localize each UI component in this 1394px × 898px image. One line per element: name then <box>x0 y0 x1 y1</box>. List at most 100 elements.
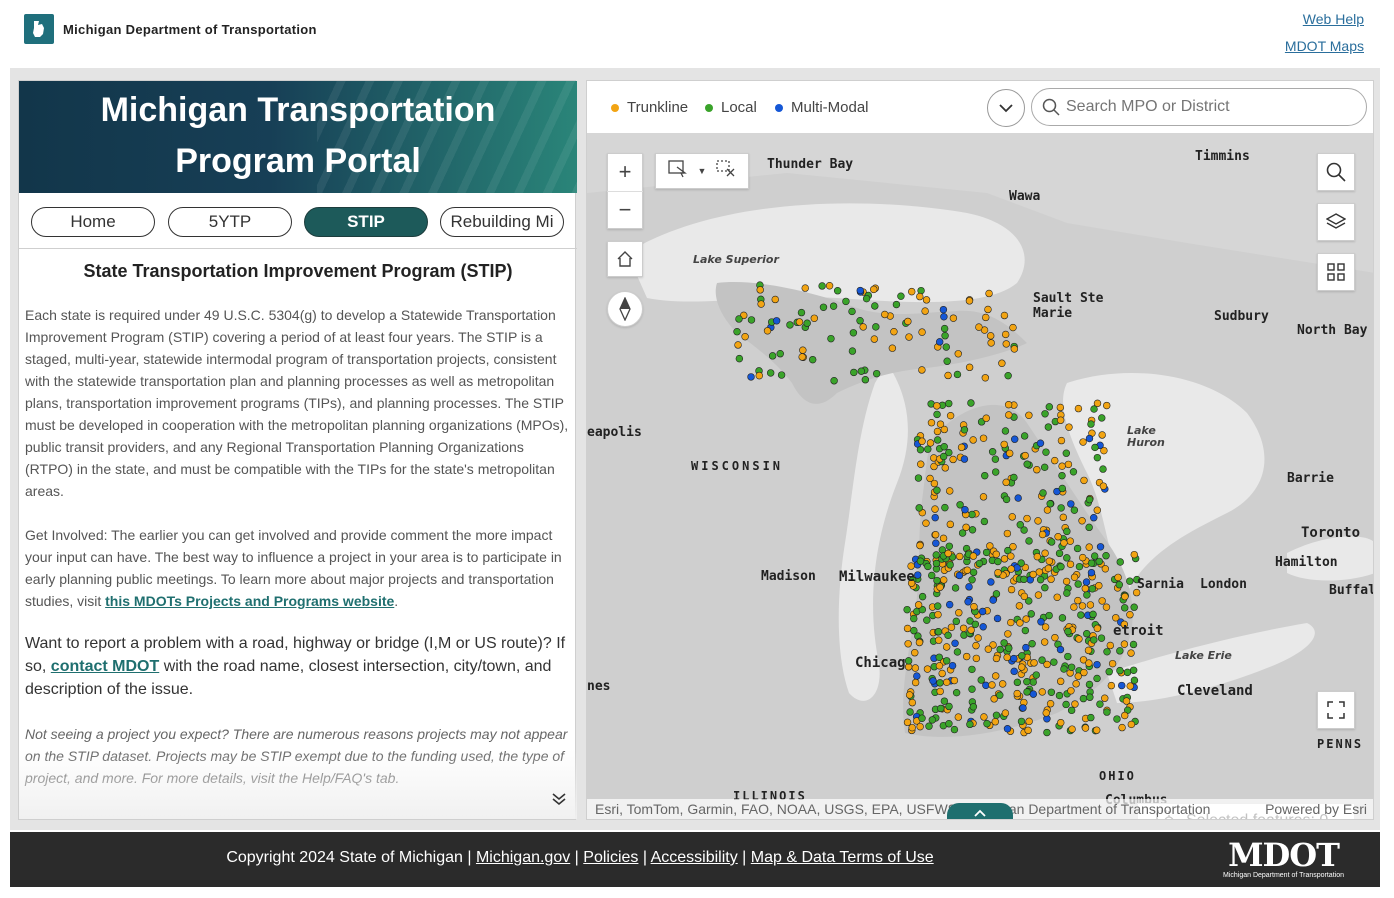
project-point <box>1085 659 1093 667</box>
compass-button[interactable] <box>607 291 643 327</box>
project-point <box>965 297 974 305</box>
tab-rebuilding-mi[interactable]: Rebuilding Mi <box>440 207 564 237</box>
project-point <box>1101 694 1109 702</box>
compass-icon <box>619 297 631 321</box>
project-point <box>1007 618 1015 627</box>
project-point <box>949 455 957 464</box>
zoom-out-button[interactable]: − <box>607 190 643 228</box>
contact-mdot-link[interactable]: contact MDOT <box>51 658 159 675</box>
project-point <box>934 610 942 619</box>
portal-title-line1: Michigan Transportation <box>100 91 496 129</box>
tab-stip[interactable]: STIP <box>304 207 428 237</box>
web-help-link[interactable]: Web Help <box>1285 6 1364 33</box>
dropdown-chevron-button[interactable] <box>987 89 1025 127</box>
layers-button[interactable] <box>1317 203 1355 241</box>
project-point <box>904 640 912 648</box>
project-point <box>1107 681 1116 690</box>
project-point <box>964 598 972 606</box>
project-point <box>786 321 794 329</box>
terms-of-use-link[interactable]: Map & Data Terms of Use <box>751 849 934 866</box>
project-point <box>892 300 901 309</box>
project-point <box>755 371 763 380</box>
project-point <box>911 678 920 687</box>
policies-link[interactable]: Policies <box>583 849 638 866</box>
project-point <box>1130 603 1138 611</box>
place-label: London <box>1200 577 1247 592</box>
project-point <box>1043 728 1051 737</box>
project-point <box>903 605 911 614</box>
project-point <box>992 550 1000 558</box>
project-point <box>1029 678 1037 686</box>
project-point <box>908 287 916 296</box>
legend-bar: Trunkline Local Multi-Modal <box>587 81 1373 133</box>
project-point <box>1097 634 1106 642</box>
search-input[interactable] <box>1066 96 1356 118</box>
project-point <box>903 718 912 727</box>
home-button[interactable] <box>607 241 643 277</box>
page-footer: Copyright 2024 State of Michigan | Michi… <box>10 832 1380 887</box>
project-point <box>1066 560 1075 569</box>
local-dot-icon <box>705 103 713 112</box>
chevron-down-icon[interactable] <box>551 792 567 811</box>
project-point <box>936 679 944 687</box>
project-point <box>1016 521 1024 529</box>
project-point <box>998 359 1006 367</box>
caret-down-icon[interactable]: ▼ <box>698 166 707 176</box>
project-point <box>1079 438 1087 446</box>
fullscreen-button[interactable] <box>1317 691 1355 729</box>
layers-icon <box>1326 213 1346 229</box>
project-point <box>988 681 996 689</box>
mdot-maps-link[interactable]: MDOT Maps <box>1285 33 1364 60</box>
tab-5ytp[interactable]: 5YTP <box>168 207 292 237</box>
portal-title-line2: Program Portal <box>175 142 421 180</box>
lake-label: Lake Huron <box>1127 424 1165 449</box>
project-point <box>985 289 993 298</box>
project-point <box>1001 330 1010 339</box>
project-point <box>1002 478 1010 487</box>
project-point <box>914 601 923 609</box>
expand-panel-handle[interactable] <box>947 803 1013 819</box>
project-point <box>917 286 925 295</box>
project-point <box>1130 676 1139 685</box>
tab-home[interactable]: Home <box>31 207 155 237</box>
project-point <box>1044 564 1053 573</box>
clear-selection-icon[interactable] <box>716 159 736 183</box>
project-point <box>1023 514 1031 523</box>
zoom-in-button[interactable]: + <box>619 154 632 191</box>
project-point <box>1114 573 1122 582</box>
project-point <box>1086 601 1095 609</box>
basemap-svg <box>587 133 1373 819</box>
powered-by-esri[interactable]: Powered by Esri <box>1265 801 1367 817</box>
michigan-gov-link[interactable]: Michigan.gov <box>476 849 570 866</box>
project-point <box>1020 575 1028 584</box>
projects-programs-link[interactable]: this MDOTs Projects and Programs website <box>105 593 394 609</box>
project-point <box>842 297 850 306</box>
project-point <box>1092 726 1101 734</box>
search-box[interactable] <box>1031 88 1367 126</box>
project-point <box>1034 591 1043 599</box>
project-point <box>960 426 969 434</box>
project-point <box>1025 411 1033 419</box>
project-point <box>1127 649 1135 657</box>
project-point <box>984 305 992 314</box>
project-point <box>810 314 819 322</box>
accessibility-link[interactable]: Accessibility <box>651 849 738 866</box>
place-label: Thunder Bay <box>767 157 854 172</box>
project-point <box>925 722 933 730</box>
lake-label: Lake Superior <box>693 253 779 266</box>
select-pointer-icon[interactable] <box>667 159 688 183</box>
project-point <box>1063 527 1071 536</box>
project-point <box>1015 602 1024 610</box>
project-point <box>756 286 764 294</box>
project-point <box>1085 680 1094 689</box>
project-point <box>974 634 982 642</box>
map-canvas[interactable]: + − ▼ Thunder Bay Timmins Wawa Lake Supe… <box>587 133 1373 819</box>
project-point <box>950 676 959 685</box>
project-point <box>1054 533 1062 541</box>
map-search-button[interactable] <box>1317 153 1355 191</box>
project-point <box>1081 724 1090 732</box>
basemap-gallery-button[interactable] <box>1317 253 1355 291</box>
place-label: Toronto <box>1301 525 1361 541</box>
project-point <box>1020 432 1029 440</box>
project-point <box>1075 635 1083 643</box>
